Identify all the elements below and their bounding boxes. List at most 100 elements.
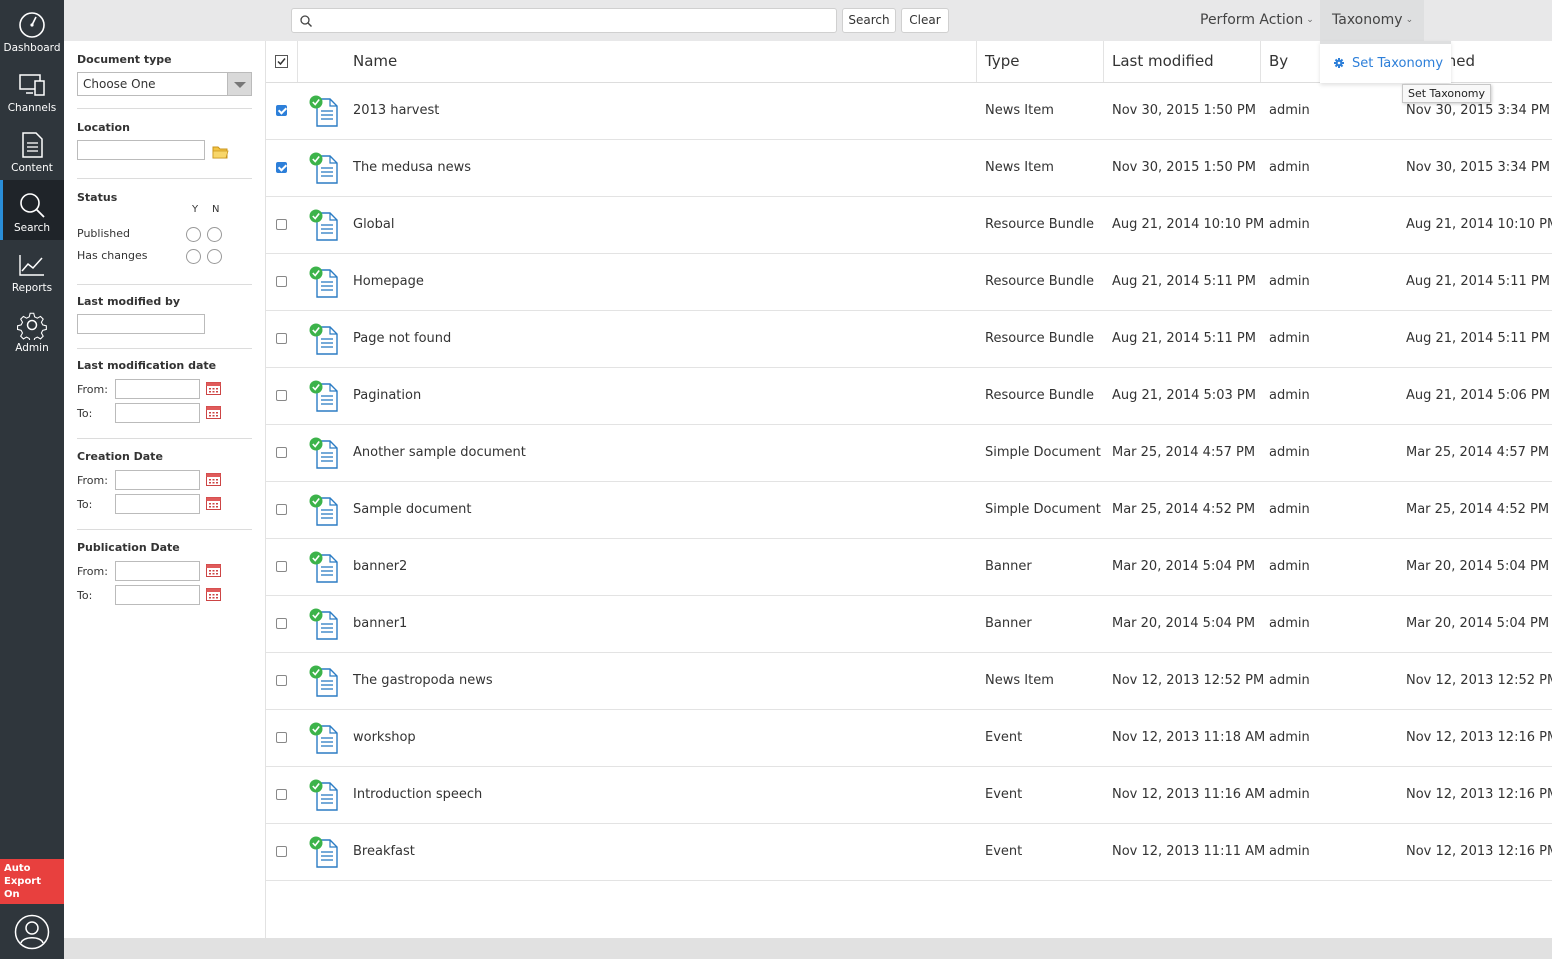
perform-action-label: Perform Action	[1200, 12, 1304, 28]
row-checkbox[interactable]	[276, 789, 287, 800]
cell-published: Mar 20, 2014 5:04 PM	[1406, 559, 1550, 574]
cell-last-modified: Mar 25, 2014 4:52 PM	[1112, 502, 1256, 517]
table-row[interactable]: Page not found Resource Bundle Aug 21, 201…	[266, 311, 1552, 368]
nav-item-channels[interactable]: Channels	[0, 60, 64, 120]
gear-icon	[1334, 58, 1344, 68]
select-all-checkbox-icon[interactable]	[275, 55, 288, 68]
column-header-name[interactable]: Name	[345, 41, 397, 82]
published-yes-radio[interactable]	[186, 227, 201, 242]
calendar-icon[interactable]	[206, 587, 221, 601]
has-changes-no-radio[interactable]	[207, 249, 222, 264]
nav-item-reports[interactable]: Reports	[0, 240, 64, 300]
nav-item-search[interactable]: Search	[0, 180, 64, 240]
row-checkbox[interactable]	[276, 561, 287, 572]
document-type-select[interactable]: Choose One	[77, 72, 252, 96]
row-checkbox[interactable]	[276, 333, 287, 344]
nav-item-dashboard[interactable]: Dashboard	[0, 0, 64, 60]
table-row[interactable]: banner1 Banner Mar 20, 2014 5:04 PM admin Ma…	[266, 596, 1552, 653]
search-box[interactable]	[291, 8, 837, 33]
auto-export-status[interactable]: Auto Export On	[0, 859, 64, 904]
cell-published: Nov 12, 2013 12:16 PM	[1406, 730, 1552, 745]
table-row[interactable]: workshop Event Nov 12, 2013 11:18 AM admin N…	[266, 710, 1552, 767]
perform-action-menu[interactable]: Perform Action ⌄	[1188, 0, 1326, 41]
search-input[interactable]	[318, 11, 828, 30]
publication-from-input[interactable]	[115, 561, 200, 581]
cell-name[interactable]: banner1	[353, 596, 407, 652]
row-checkbox[interactable]	[276, 675, 287, 686]
creation-to-input[interactable]	[115, 494, 200, 514]
cell-name[interactable]: 2013 harvest	[353, 83, 439, 139]
table-row[interactable]: Breakfast Event Nov 12, 2013 11:11 AM admin…	[266, 824, 1552, 881]
table-row[interactable]: banner2 Banner Mar 20, 2014 5:04 PM admin Ma…	[266, 539, 1552, 596]
table-row[interactable]: Another sample document Simple Document Ma…	[266, 425, 1552, 482]
cell-name[interactable]: The medusa news	[353, 140, 471, 196]
cell-name[interactable]: Sample document	[353, 482, 471, 538]
cell-name[interactable]: Breakfast	[353, 824, 415, 880]
row-checkbox[interactable]	[276, 618, 287, 629]
document-published-icon	[309, 380, 338, 412]
table-row[interactable]: The medusa news News Item Nov 30, 2015 1:5…	[266, 140, 1552, 197]
table-row[interactable]: Introduction speech Event Nov 12, 2013 11:…	[266, 767, 1552, 824]
folder-icon[interactable]	[212, 145, 229, 159]
cell-type: Resource Bundle	[985, 217, 1095, 232]
document-published-icon	[309, 836, 338, 868]
cell-name[interactable]: Introduction speech	[353, 767, 482, 823]
cell-name[interactable]: Another sample document	[353, 425, 526, 481]
cell-name[interactable]: Pagination	[353, 368, 421, 424]
cell-name[interactable]: Page not found	[353, 311, 451, 367]
last-modified-by-input[interactable]	[77, 314, 205, 334]
row-checkbox[interactable]	[276, 732, 287, 743]
published-no-radio[interactable]	[207, 227, 222, 242]
row-checkbox[interactable]	[276, 276, 287, 287]
nav-item-admin[interactable]: Admin	[0, 300, 64, 360]
row-checkbox[interactable]	[276, 162, 287, 173]
calendar-icon[interactable]	[206, 405, 221, 419]
cell-name[interactable]: The gastropoda news	[353, 653, 493, 709]
cell-name[interactable]: Global	[353, 197, 394, 253]
has-changes-yes-radio[interactable]	[186, 249, 201, 264]
set-taxonomy-item[interactable]: Set Taxonomy	[1334, 56, 1443, 71]
creation-from-input[interactable]	[115, 470, 200, 490]
table-row[interactable]: Sample document Simple Document Mar 25, 20…	[266, 482, 1552, 539]
row-checkbox[interactable]	[276, 846, 287, 857]
cell-type: Resource Bundle	[985, 388, 1095, 403]
search-button[interactable]: Search	[842, 8, 896, 33]
cell-name[interactable]: Homepage	[353, 254, 424, 310]
row-checkbox[interactable]	[276, 105, 287, 116]
nav-item-content[interactable]: Content	[0, 120, 64, 180]
last-mod-from-input[interactable]	[115, 379, 200, 399]
filter-panel: Document type Choose One Location Status…	[64, 41, 266, 938]
taxonomy-menu[interactable]: Taxonomy ⌄	[1320, 0, 1424, 41]
calendar-icon[interactable]	[206, 563, 221, 577]
table-row[interactable]: Pagination Resource Bundle Aug 21, 2014 5:…	[266, 368, 1552, 425]
table-row[interactable]: The gastropoda news News Item Nov 12, 2013…	[266, 653, 1552, 710]
table-row[interactable]: Global Resource Bundle Aug 21, 2014 10:10 …	[266, 197, 1552, 254]
row-checkbox[interactable]	[276, 447, 287, 458]
dashboard-icon	[19, 12, 45, 38]
cell-published: Nov 12, 2013 12:16 PM	[1406, 787, 1552, 802]
user-avatar-icon[interactable]	[14, 914, 50, 950]
clear-button[interactable]: Clear	[901, 8, 949, 33]
last-mod-to-input[interactable]	[115, 403, 200, 423]
cell-last-modified: Nov 12, 2013 11:11 AM	[1112, 844, 1266, 859]
auto-export-line: On	[4, 889, 20, 900]
calendar-icon[interactable]	[206, 496, 221, 510]
nav-label: Search	[13, 222, 51, 234]
cell-name[interactable]: workshop	[353, 710, 416, 766]
document-published-icon	[309, 323, 338, 355]
table-row[interactable]: Homepage Resource Bundle Aug 21, 2014 5:11…	[266, 254, 1552, 311]
row-checkbox[interactable]	[276, 504, 287, 515]
cell-name[interactable]: banner2	[353, 539, 407, 595]
row-checkbox[interactable]	[276, 390, 287, 401]
top-bar: Search Clear Perform Action ⌄ Taxonomy ⌄	[64, 0, 1552, 41]
table-row[interactable]: 2013 harvest News Item Nov 30, 2015 1:50 P…	[266, 83, 1552, 140]
row-checkbox[interactable]	[276, 219, 287, 230]
document-published-icon	[309, 722, 338, 754]
calendar-icon[interactable]	[206, 472, 221, 486]
publication-to-input[interactable]	[115, 585, 200, 605]
column-header-last-modified[interactable]: Last modified	[1103, 41, 1260, 82]
cell-by: admin	[1269, 103, 1310, 118]
location-input[interactable]	[77, 140, 205, 160]
calendar-icon[interactable]	[206, 381, 221, 395]
column-header-type[interactable]: Type	[976, 41, 1103, 82]
